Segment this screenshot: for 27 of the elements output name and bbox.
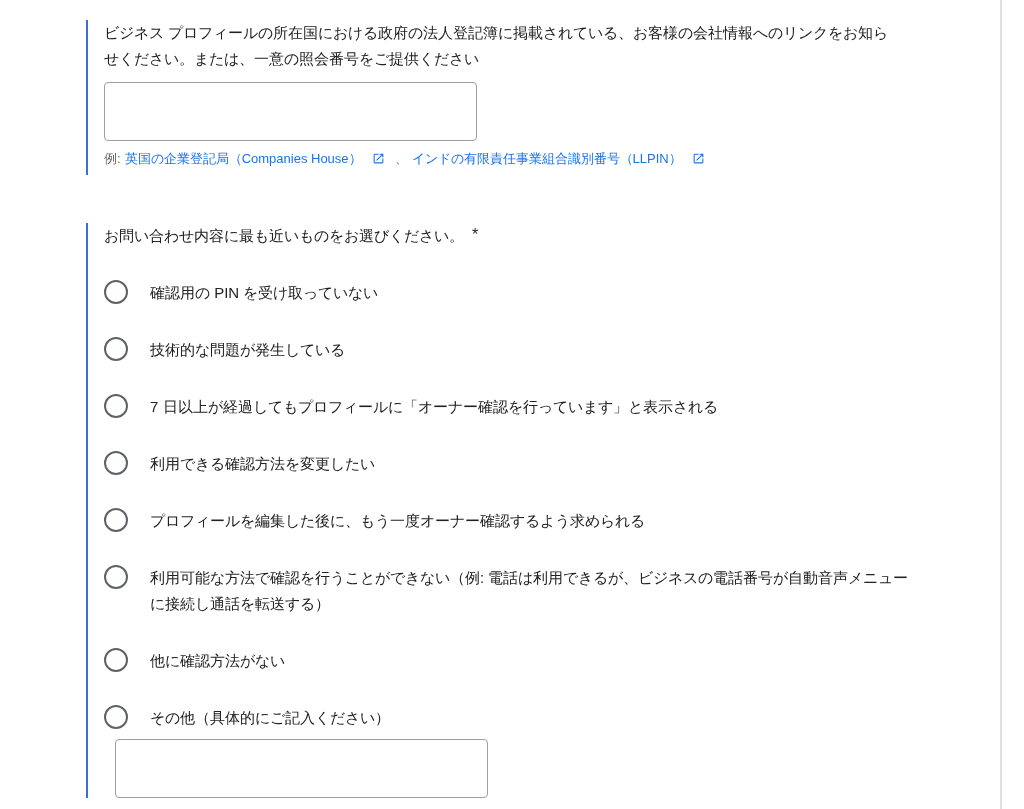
answer-field[interactable] (104, 82, 477, 141)
option-label: 技術的な問題が発生している (150, 339, 345, 360)
external-link-icon[interactable] (371, 152, 385, 166)
option-label: 確認用の PIN を受け取っていない (150, 282, 379, 303)
option-label: 他に確認方法がない (150, 650, 285, 671)
radio-button[interactable] (104, 279, 128, 304)
example-link[interactable]: インドの有限責任事業組合識別番号（LLPIN） (411, 149, 682, 169)
question-text: お問い合わせ内容に最も近いものをお選びください。 (104, 225, 464, 246)
radio-button[interactable] (104, 393, 128, 418)
option-label: 利用できる確認方法を変更したい (150, 453, 375, 474)
radio-button[interactable] (104, 507, 128, 532)
option-label: 7 日以上が経過してもプロフィールに「オーナー確認を行っています」と表示される (150, 396, 718, 417)
radio-button[interactable] (104, 564, 128, 589)
hint-label: 例: (104, 150, 121, 168)
option-label: 利用可能な方法で確認を行うことができない（例: 電話は利用できるが、ビジネスの電話番号が自動音声メニューに接続し通話を転送する） (150, 567, 910, 614)
separator-text: 、 (394, 150, 408, 168)
other-answer-field[interactable] (115, 738, 488, 798)
question-text: ビジネス プロフィールの所在国における政府の法人登記簿に掲載されている、お客様の会社情報へのリンクをお知らせください。または、一意の照会番号をご提供ください (104, 23, 890, 69)
radio-button[interactable] (104, 450, 128, 475)
example-link[interactable]: 英国の企業登記局（Companies House） (124, 149, 362, 169)
option-label: その他（具体的にご記入ください） (150, 707, 390, 728)
radio-button[interactable] (104, 647, 128, 672)
option-label: プロフィールを編集した後に、もう一度オーナー確認するよう求められる (150, 510, 645, 531)
required-asterisk: * (472, 224, 479, 245)
radio-button[interactable] (104, 336, 128, 361)
radio-button[interactable] (104, 704, 128, 729)
external-link-icon[interactable] (691, 152, 705, 166)
